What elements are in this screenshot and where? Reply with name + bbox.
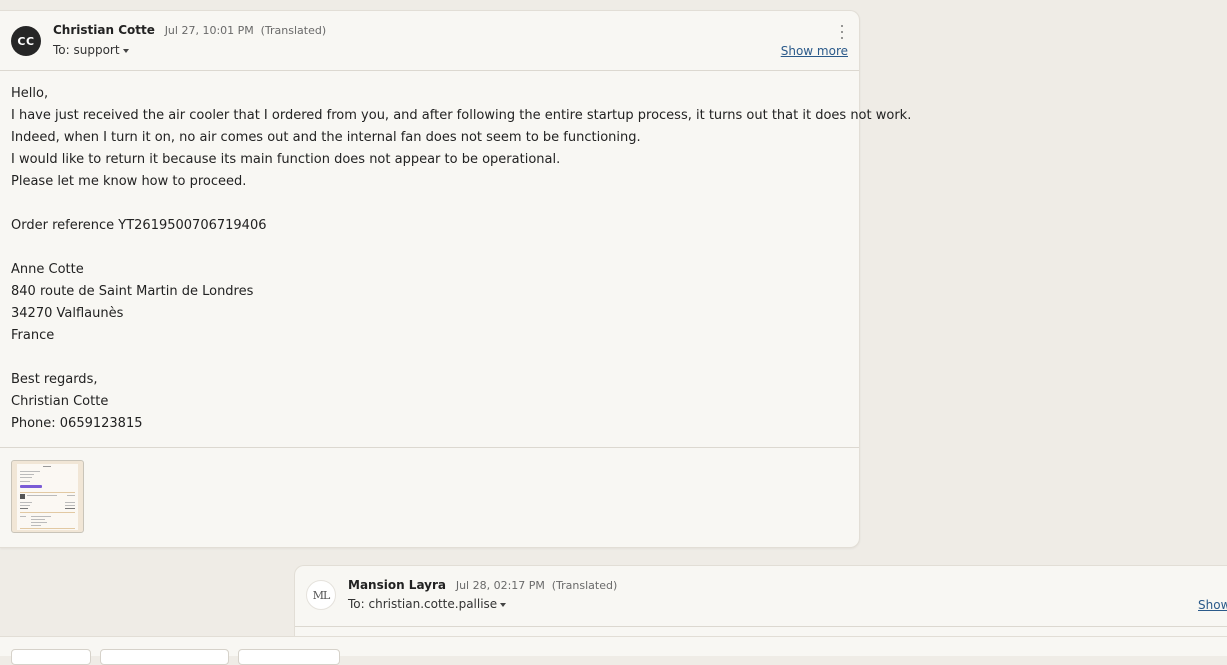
recipient-dropdown[interactable]: To: support: [53, 43, 129, 57]
body-line: Anne Cotte: [11, 262, 84, 277]
body-blank-line: [11, 237, 911, 259]
reply-datetime: Jul 28, 02:17 PM: [455, 579, 545, 592]
show-more-link[interactable]: Show more: [781, 44, 848, 58]
body-line: Please let me know how to proceed.: [11, 174, 247, 189]
body-line: Phone: 0659123815: [11, 416, 143, 431]
body-line: France: [11, 328, 55, 343]
message-body: Hello, I have just received the air coole…: [11, 83, 911, 435]
body-line: Hello,: [11, 86, 49, 101]
sender-name: Christian Cotte: [53, 23, 155, 37]
sender-line: Christian Cotte Jul 27, 10:01 PM (Transl…: [53, 23, 326, 37]
body-line: 840 route de Saint Martin de Londres: [11, 284, 254, 299]
more-options-icon[interactable]: [839, 25, 845, 39]
recipient-label: To: support: [53, 43, 120, 57]
reply-sender-name: Mansion Layra: [348, 578, 447, 592]
reply-header: ML Mansion Layra Jul 28, 02:17 PM (Trans…: [295, 566, 1227, 627]
document-thumbnail-icon: [17, 464, 78, 530]
attachment-divider: [0, 447, 859, 448]
message-datetime: Jul 27, 10:01 PM: [164, 24, 254, 37]
body-line: I have just received the air cooler that…: [11, 108, 912, 123]
sender-avatar[interactable]: CC: [11, 26, 41, 56]
message-card: CC Christian Cotte Jul 27, 10:01 PM (Tra…: [0, 10, 911, 548]
body-line: Christian Cotte: [11, 394, 109, 409]
body-line: Order reference YT2619500706719406: [11, 218, 267, 233]
chevron-down-icon: [122, 48, 129, 53]
message-header: CC Christian Cotte Jul 27, 10:01 PM (Tra…: [0, 11, 859, 71]
body-blank-line: [11, 347, 911, 369]
bottom-action-bar: [0, 636, 1227, 665]
body-line: 34270 Valflaunès: [11, 306, 124, 321]
bottom-action-button[interactable]: [100, 649, 229, 665]
body-line: I would like to return it because its ma…: [11, 152, 561, 167]
body-blank-line: [11, 193, 911, 215]
bottom-action-button[interactable]: [11, 649, 91, 665]
chevron-down-icon: [500, 602, 507, 607]
reply-card: ML Mansion Layra Jul 28, 02:17 PM (Trans…: [294, 565, 1227, 645]
body-line: Indeed, when I turn it on, no air comes …: [11, 130, 641, 145]
translated-label: (Translated): [260, 24, 327, 37]
reply-sender-line: Mansion Layra Jul 28, 02:17 PM (Translat…: [348, 578, 617, 592]
reply-avatar[interactable]: ML: [306, 580, 336, 610]
reply-recipient-label: To: christian.cotte.pallise: [348, 597, 498, 611]
attachment-thumbnail[interactable]: [11, 460, 84, 533]
bottom-action-button[interactable]: [238, 649, 340, 665]
reply-recipient-dropdown[interactable]: To: christian.cotte.pallise: [348, 597, 507, 611]
body-line: Best regards,: [11, 372, 98, 387]
reply-show-more-link[interactable]: Show: [1198, 598, 1227, 612]
reply-translated-label: (Translated): [551, 579, 618, 592]
